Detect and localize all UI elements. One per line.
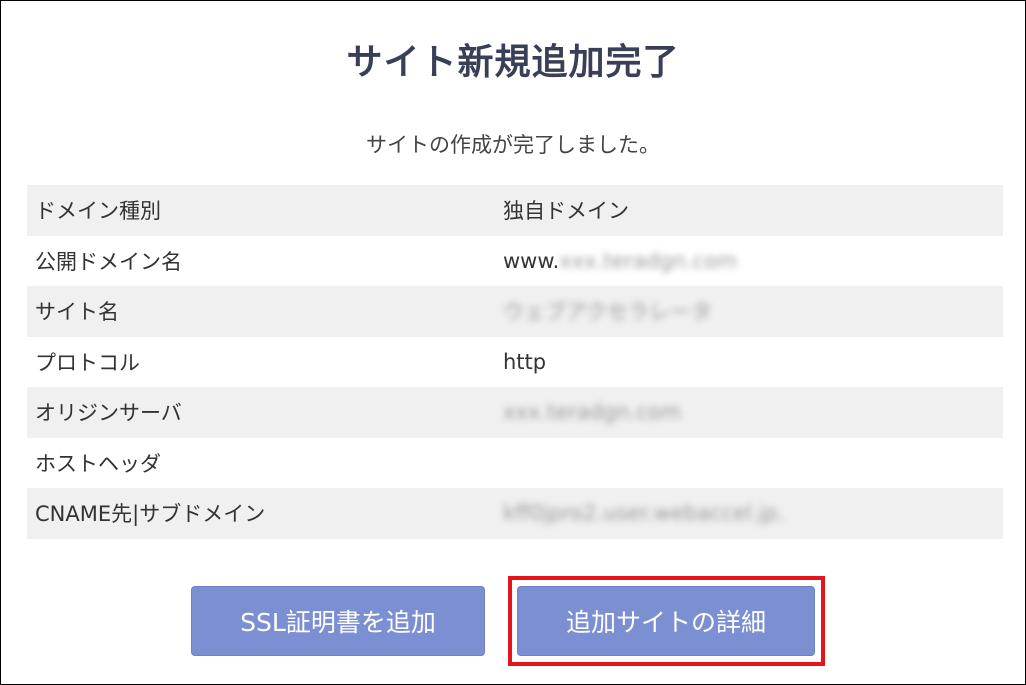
add-ssl-certificate-button[interactable]: SSL証明書を追加: [191, 586, 485, 656]
row-label: サイト名: [27, 286, 495, 337]
table-row: サイト名 ウェブアクセラレータ: [27, 286, 1003, 337]
row-label: 公開ドメイン名: [35, 249, 182, 274]
row-label: ドメイン種別: [27, 185, 495, 236]
page-title: サイト新規追加完了: [346, 42, 680, 83]
row-label: プロトコル: [35, 350, 140, 375]
row-value: [495, 438, 1003, 489]
row-value: ウェブアクセラレータ: [495, 286, 1003, 337]
table-row: ドメイン種別 独自ドメイン: [27, 185, 1003, 236]
table-row: オリジンサーバ xxx.teradgn.com: [27, 387, 1003, 438]
table-row: ホストヘッダ: [27, 438, 1003, 489]
completion-message: サイトの作成が完了しました。: [366, 133, 660, 157]
row-label: ホストヘッダ: [35, 451, 161, 476]
table-row: CNAME先|サブドメイン kff0jpro2.user.webaccel.jp…: [27, 488, 1003, 539]
row-value: 独自ドメイン: [495, 185, 1003, 236]
dialog-frame: サイト新規追加完了 サイトの作成が完了しました。 ドメイン種別 独自ドメイン 公…: [0, 0, 1026, 685]
table-row: 公開ドメイン名 www.xxx.teradgn.com: [27, 236, 1003, 287]
row-value: http: [503, 349, 547, 374]
table-row: プロトコル http: [27, 337, 1003, 388]
site-info-table: ドメイン種別 独自ドメイン 公開ドメイン名 www.xxx.teradgn.co…: [27, 185, 1003, 539]
row-value: www.xxx.teradgn.com: [503, 248, 738, 273]
row-value: xxx.teradgn.com: [495, 387, 1003, 438]
row-label: CNAME先|サブドメイン: [27, 488, 495, 539]
row-value: kff0jpro2.user.webaccel.jp.: [495, 488, 1003, 539]
added-site-details-button[interactable]: 追加サイトの詳細: [517, 586, 815, 656]
row-label: オリジンサーバ: [27, 387, 495, 438]
